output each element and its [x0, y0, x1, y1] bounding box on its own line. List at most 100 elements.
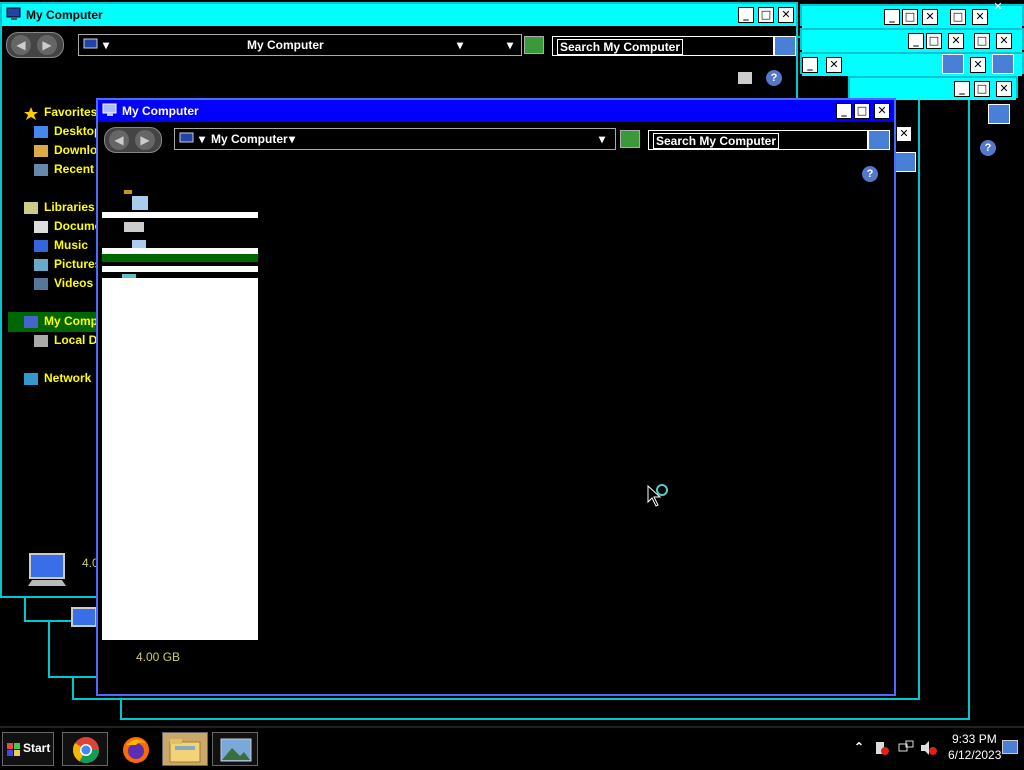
start-label: Start: [23, 741, 51, 755]
search-button[interactable]: [988, 104, 1010, 124]
history-dropdown[interactable]: ▾: [507, 38, 513, 52]
close-button[interactable]: ✕: [922, 9, 938, 25]
maximize-button[interactable]: □: [854, 103, 870, 119]
network-tray-icon[interactable]: [898, 740, 914, 759]
network-icon: [24, 373, 38, 385]
help-icon[interactable]: ?: [980, 140, 996, 156]
search-button[interactable]: [992, 54, 1014, 74]
address-dropdown[interactable]: ▾: [457, 38, 463, 52]
address-bar[interactable]: ▾ My Computer ▾ ▾: [174, 128, 616, 150]
recent-icon: [34, 164, 48, 176]
toolbar: ◀ ▶ ▾ My Computer ▾ ▾ Search My Computer: [98, 124, 894, 154]
search-button[interactable]: [894, 152, 916, 172]
address-bar[interactable]: ▾ My Computer ▾ ▾: [78, 34, 522, 56]
forward-button[interactable]: ▶: [37, 35, 57, 55]
computer-icon: [83, 38, 99, 55]
clock-date[interactable]: 6/12/2023: [948, 748, 1001, 762]
libraries-icon: [24, 202, 38, 214]
close-button[interactable]: ✕: [996, 81, 1012, 97]
address-dropdown[interactable]: ▾: [199, 132, 205, 146]
taskbar-explorer[interactable]: [162, 732, 208, 766]
forward-button[interactable]: ▶: [135, 130, 155, 150]
minimize-button[interactable]: _: [908, 33, 924, 49]
close-button[interactable]: ✕: [996, 33, 1012, 49]
navigation-pane: [102, 184, 258, 640]
nav-buttons: ◀ ▶: [6, 32, 64, 58]
start-button[interactable]: Start: [2, 732, 54, 766]
search-placeholder: Search My Computer: [653, 133, 780, 149]
cursor-icon: [646, 484, 670, 511]
network-icon: [124, 222, 144, 232]
action-center-icon[interactable]: [874, 740, 890, 759]
computer-icon: [24, 316, 38, 328]
maximize-button[interactable]: □: [950, 9, 966, 25]
show-desktop-button[interactable]: [1002, 740, 1018, 754]
toolbar: ◀ ▶ ▾ My Computer ▾ ▾ Search My Computer: [2, 30, 796, 60]
close-button[interactable]: ✕: [972, 9, 988, 25]
search-placeholder: Search My Computer: [557, 39, 684, 55]
address-dropdown[interactable]: ▾: [289, 132, 295, 146]
search-button[interactable]: [942, 54, 964, 74]
search-button[interactable]: [868, 130, 890, 150]
explorer-window-front: My Computer _ □ ✕ ◀ ▶ ▾ My Computer ▾ ▾ …: [96, 98, 896, 696]
minimize-button[interactable]: _: [738, 7, 754, 23]
disk-icon: [34, 335, 48, 347]
history-dropdown[interactable]: ▾: [599, 132, 605, 146]
minimize-button[interactable]: _: [836, 103, 852, 119]
close-button[interactable]: ✕: [874, 103, 890, 119]
close-button[interactable]: ✕: [990, 0, 1006, 16]
address-text: My Computer: [247, 38, 324, 52]
taskbar: Start ⌃ 9:33 PM 6/12/2023: [0, 726, 1024, 770]
volume-muted-icon[interactable]: [920, 740, 938, 759]
windows-logo-icon: [7, 743, 21, 760]
title-bar[interactable]: My Computer _ □ ✕: [2, 4, 796, 26]
taskbar-chrome[interactable]: [62, 732, 108, 766]
photo-icon: [220, 738, 252, 765]
maximize-button[interactable]: □: [974, 81, 990, 97]
close-button[interactable]: ✕: [948, 33, 964, 49]
star-icon: [24, 107, 38, 120]
back-button[interactable]: ◀: [109, 130, 129, 150]
help-icon[interactable]: ?: [766, 70, 782, 86]
taskbar-photo-viewer[interactable]: [212, 732, 258, 766]
computer-icon: [102, 103, 118, 117]
close-button[interactable]: ✕: [970, 57, 986, 73]
help-icon[interactable]: ?: [862, 166, 878, 182]
address-dropdown[interactable]: ▾: [103, 38, 109, 52]
computer-icon: [6, 7, 22, 21]
close-button[interactable]: ✕: [896, 126, 912, 142]
nav-buttons: ◀ ▶: [104, 127, 162, 153]
refresh-icon[interactable]: [620, 130, 640, 148]
show-hidden-icons[interactable]: ⌃: [854, 740, 864, 754]
search-button[interactable]: [774, 36, 796, 56]
maximize-button[interactable]: □: [974, 33, 990, 49]
address-text: My Computer: [211, 132, 288, 146]
minimize-button[interactable]: _: [884, 9, 900, 25]
search-box[interactable]: Search My Computer: [648, 130, 868, 150]
star-icon: [124, 190, 132, 194]
clock-time[interactable]: 9:33 PM: [952, 732, 997, 746]
maximize-button[interactable]: □: [758, 7, 774, 23]
close-button[interactable]: ✕: [778, 7, 794, 23]
stacked-window-right-2: _ □ ✕ □ ✕: [800, 28, 1024, 52]
folder-icon: [169, 737, 201, 766]
view-icon[interactable]: [738, 72, 752, 84]
back-button[interactable]: ◀: [11, 35, 31, 55]
firefox-icon: [121, 735, 151, 768]
downloads-icon: [34, 145, 48, 157]
taskbar-firefox[interactable]: [112, 732, 158, 766]
minimize-button[interactable]: _: [802, 57, 818, 73]
title-bar[interactable]: My Computer _ □ ✕: [98, 100, 894, 122]
close-button[interactable]: ✕: [826, 57, 842, 73]
stacked-window-right-3: _ ✕ ✕: [800, 52, 1024, 76]
search-box[interactable]: Search My Computer: [552, 36, 774, 56]
maximize-button[interactable]: □: [902, 9, 918, 25]
maximize-button[interactable]: □: [926, 33, 942, 49]
refresh-icon[interactable]: [524, 36, 544, 54]
pane-selection: [102, 254, 258, 262]
minimize-button[interactable]: _: [954, 81, 970, 97]
stacked-window-right-4: _ □ ✕: [848, 76, 1018, 100]
pane-strip: [102, 266, 258, 272]
computer-icon: [179, 132, 195, 149]
chrome-icon: [71, 735, 101, 768]
